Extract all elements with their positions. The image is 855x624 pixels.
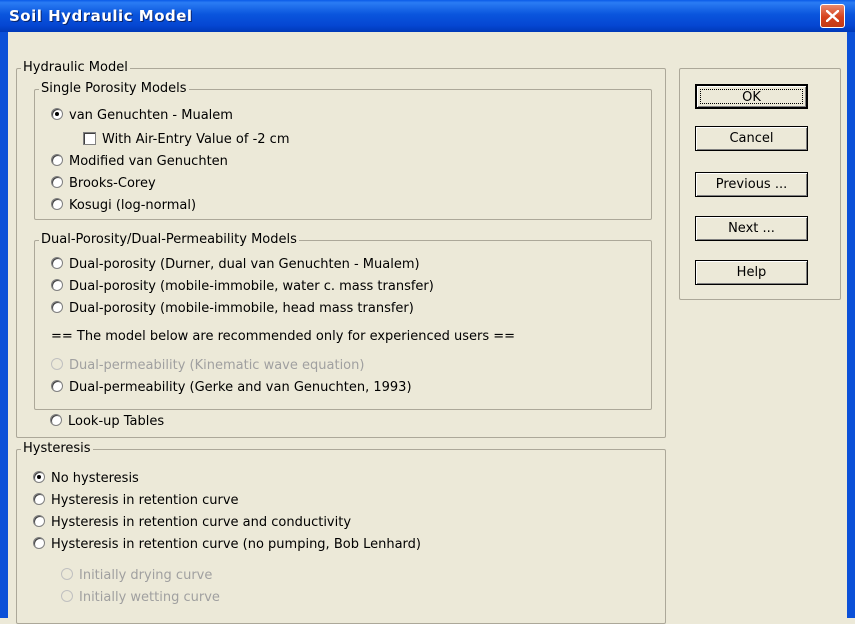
single-porosity-legend: Single Porosity Models bbox=[39, 81, 189, 97]
radio-brooks-corey[interactable]: Brooks-Corey bbox=[51, 175, 156, 193]
radio-kosugi[interactable]: Kosugi (log-normal) bbox=[51, 197, 196, 215]
radio-button bbox=[51, 358, 63, 370]
radio-button[interactable] bbox=[51, 279, 63, 291]
window-title: Soil Hydraulic Model bbox=[9, 7, 193, 25]
radio-hysteresis-lenhard[interactable]: Hysteresis in retention curve (no pumpin… bbox=[33, 536, 421, 554]
window-border-left bbox=[0, 32, 8, 618]
dual-porosity-legend: Dual-Porosity/Dual-Permeability Models bbox=[39, 232, 299, 248]
checkbox[interactable] bbox=[83, 132, 96, 145]
single-porosity-group: Single Porosity Models van Genuchten - M… bbox=[34, 81, 652, 220]
next-button[interactable]: Next ... bbox=[695, 216, 808, 241]
radio-button[interactable] bbox=[51, 176, 63, 188]
radio-button[interactable] bbox=[51, 301, 63, 313]
hydraulic-model-group: Hydraulic Model Single Porosity Models v… bbox=[16, 60, 666, 438]
radio-button bbox=[61, 590, 73, 602]
close-button[interactable] bbox=[820, 4, 845, 28]
checkbox-air-entry[interactable]: With Air-Entry Value of -2 cm bbox=[83, 131, 289, 149]
dialog-window: Soil Hydraulic Model Hydraulic Model Sin… bbox=[0, 0, 855, 624]
radio-dual-porosity-durner[interactable]: Dual-porosity (Durner, dual van Genuchte… bbox=[51, 256, 420, 274]
hydraulic-model-legend: Hydraulic Model bbox=[21, 60, 130, 76]
radio-button[interactable] bbox=[33, 515, 45, 527]
radio-hysteresis-retention-conductivity[interactable]: Hysteresis in retention curve and conduc… bbox=[33, 514, 351, 532]
radio-button[interactable] bbox=[50, 414, 62, 426]
radio-dual-porosity-head-mass[interactable]: Dual-porosity (mobile-immobile, head mas… bbox=[51, 300, 414, 318]
title-bar[interactable]: Soil Hydraulic Model bbox=[0, 0, 855, 32]
radio-button[interactable] bbox=[51, 198, 63, 210]
hysteresis-legend: Hysteresis bbox=[21, 441, 93, 457]
dual-porosity-group: Dual-Porosity/Dual-Permeability Models D… bbox=[34, 232, 652, 410]
radio-dual-porosity-water-mass[interactable]: Dual-porosity (mobile-immobile, water c.… bbox=[51, 278, 434, 296]
close-icon bbox=[826, 10, 839, 22]
radio-button[interactable] bbox=[51, 380, 63, 392]
radio-van-genuchten[interactable]: van Genuchten - Mualem bbox=[51, 107, 233, 125]
radio-lookup-tables[interactable]: Look-up Tables bbox=[50, 413, 164, 431]
radio-dual-permeability-kinematic: Dual-permeability (Kinematic wave equati… bbox=[51, 357, 364, 375]
radio-modified-van-genuchten[interactable]: Modified van Genuchten bbox=[51, 153, 228, 171]
window-border-right bbox=[847, 32, 855, 618]
ok-button[interactable]: OK bbox=[695, 84, 808, 109]
radio-button[interactable] bbox=[33, 471, 45, 483]
radio-button[interactable] bbox=[51, 154, 63, 166]
radio-button bbox=[61, 568, 73, 580]
radio-initially-drying: Initially drying curve bbox=[61, 567, 212, 585]
radio-button[interactable] bbox=[51, 108, 63, 120]
previous-button[interactable]: Previous ... bbox=[695, 172, 808, 197]
expert-warning-text: == The model below are recommended only … bbox=[51, 329, 516, 344]
radio-hysteresis-retention[interactable]: Hysteresis in retention curve bbox=[33, 492, 239, 510]
radio-dual-permeability-gerke[interactable]: Dual-permeability (Gerke and van Genucht… bbox=[51, 379, 412, 397]
radio-button[interactable] bbox=[51, 257, 63, 269]
hysteresis-group: Hysteresis No hysteresis Hysteresis in r… bbox=[16, 441, 666, 624]
radio-button[interactable] bbox=[33, 493, 45, 505]
radio-initially-wetting: Initially wetting curve bbox=[61, 589, 220, 607]
radio-no-hysteresis[interactable]: No hysteresis bbox=[33, 470, 139, 488]
radio-button[interactable] bbox=[33, 537, 45, 549]
cancel-button[interactable]: Cancel bbox=[695, 126, 808, 151]
help-button[interactable]: Help bbox=[695, 260, 808, 285]
